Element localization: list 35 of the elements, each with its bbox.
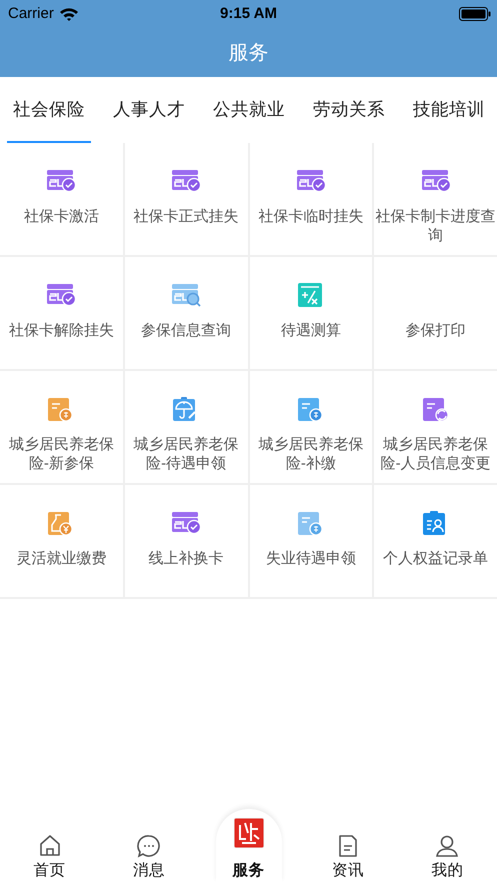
logo-icon [232,817,265,849]
service-item[interactable]: 待遇测算 [250,257,372,369]
category-tab[interactable]: 公共就业 [207,77,291,143]
service-item[interactable]: 灵活就业缴费 [0,485,123,597]
service-item[interactable]: 个人权益记录单 [374,485,497,597]
service-item[interactable]: 失业待遇申领 [250,485,372,597]
carrier-label: Carrier [8,5,54,22]
bottom-tab[interactable]: 我的 [425,834,470,883]
service-item[interactable]: 参保打印 [374,257,497,369]
person-icon [435,834,460,858]
bottom-tab[interactable]: 首页 [28,834,72,883]
home-icon [38,834,62,858]
service-item[interactable]: 线上补换卡 [124,485,248,597]
bottom-tab[interactable]: 消息 [127,834,172,883]
chat-icon [137,834,162,858]
service-item[interactable]: 社保卡正式挂失 [124,143,248,255]
card-search-icon [171,283,202,309]
status-time: 9:15 AM [220,5,277,22]
category-tab[interactable]: 人事人才 [107,77,191,143]
category-tab[interactable]: 劳动关系 [307,77,391,143]
service-item[interactable]: 社保卡临时挂失 [250,143,372,255]
service-item[interactable]: 社保卡解除挂失 [0,257,123,369]
service-item[interactable]: 城乡居民养老保险-补缴 [250,371,372,483]
service-item[interactable]: 城乡居民养老保险-新参保 [0,371,123,483]
wifi-icon [58,6,79,20]
service-item[interactable]: 参保信息查询 [124,257,248,369]
category-tab[interactable]: 技能培训 [407,77,491,143]
service-item[interactable]: 社保卡激活 [0,143,123,255]
battery-icon [459,6,491,20]
bottom-tab[interactable]: 资讯 [326,834,370,883]
service-item[interactable]: 城乡居民养老保险-待遇申领 [124,371,248,483]
page-title: 服务 [228,40,268,66]
service-item[interactable]: 城乡居民养老保险-人员信息变更 [374,371,497,483]
bottom-tab[interactable]: 服务 [216,809,282,883]
service-item[interactable]: 社保卡制卡进度查询 [374,143,497,255]
